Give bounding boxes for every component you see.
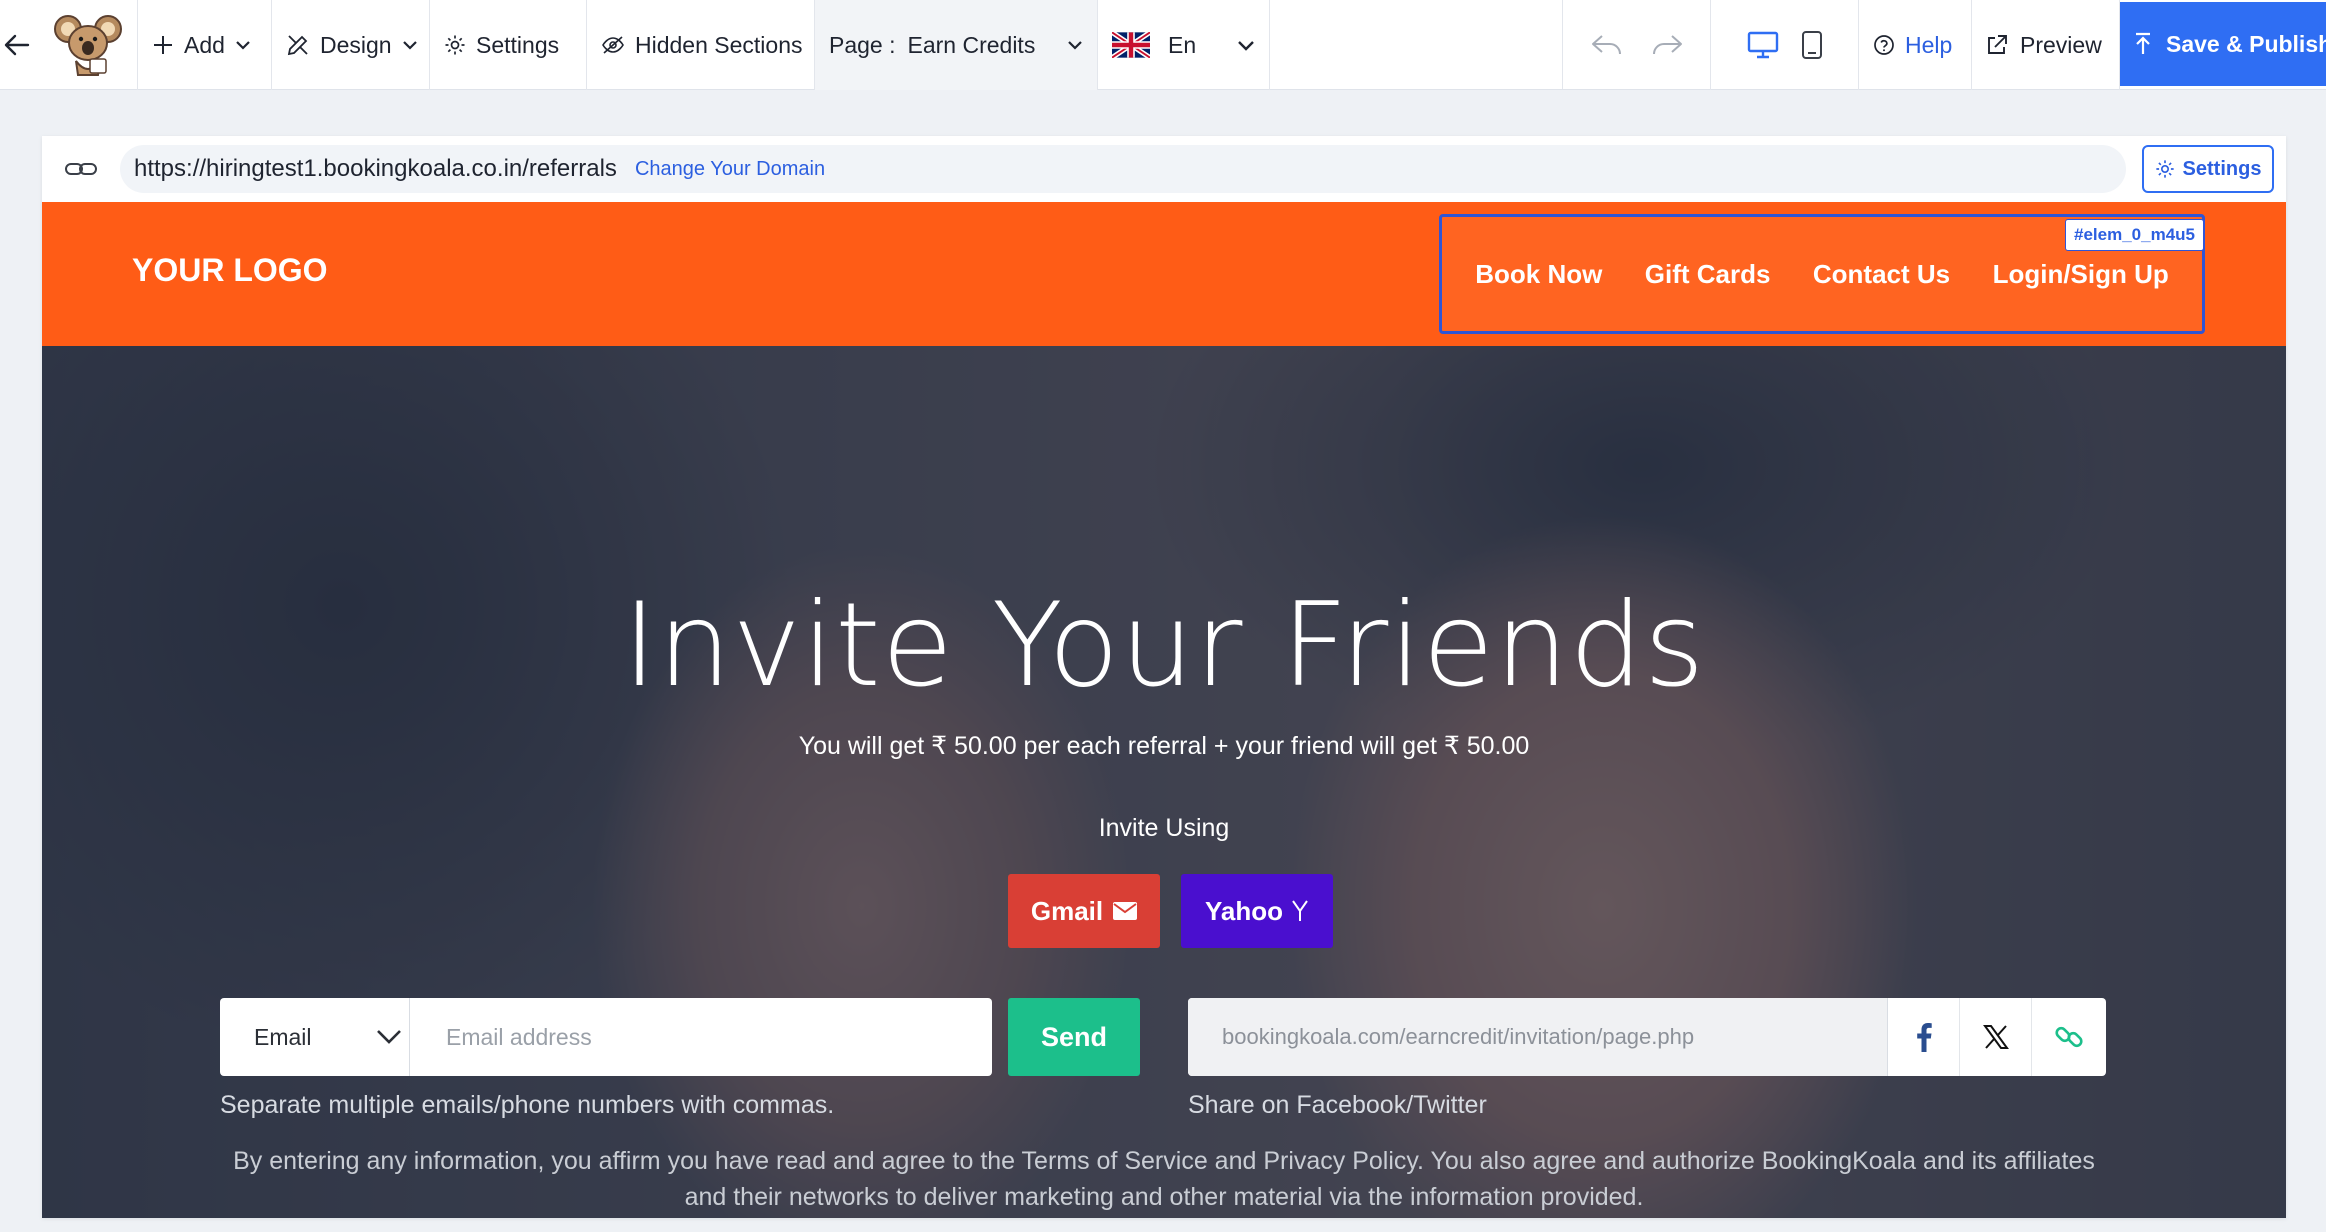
design-label: Design xyxy=(320,31,392,58)
help-circle-icon xyxy=(1874,35,1894,55)
mobile-icon[interactable] xyxy=(1801,30,1823,60)
hidden-sections-label: Hidden Sections xyxy=(635,31,803,58)
upload-icon xyxy=(2136,32,2150,54)
language-selector[interactable]: En xyxy=(1098,0,1270,90)
eye-slash-icon xyxy=(602,36,624,54)
gmail-invite-button[interactable]: Gmail xyxy=(1008,874,1160,948)
yahoo-label: Yahoo xyxy=(1204,895,1283,926)
page-url-field[interactable]: https://hiringtest1.bookingkoala.co.in/r… xyxy=(120,145,2126,193)
email-placeholder: Email address xyxy=(446,1023,592,1050)
desktop-icon[interactable] xyxy=(1747,31,1779,59)
chevron-down-icon xyxy=(376,1030,401,1044)
selected-element-tag: #elem_0_m4u5 xyxy=(2065,219,2204,251)
send-button[interactable]: Send xyxy=(1008,998,1140,1076)
back-arrow-icon xyxy=(4,34,30,56)
page-value: Earn Credits xyxy=(907,31,1036,58)
chevron-down-icon xyxy=(236,41,250,50)
nav-login-signup[interactable]: Login/Sign Up xyxy=(1993,259,2169,290)
share-link-field[interactable]: bookingkoala.com/earncredit/invitation/p… xyxy=(1188,998,1888,1076)
change-domain-link[interactable]: Change Your Domain xyxy=(635,158,825,181)
settings-menu[interactable]: Settings xyxy=(430,0,587,90)
settings-label: Settings xyxy=(476,31,560,58)
hero-subtitle: You will get ₹ 50.00 per each referral +… xyxy=(798,732,1530,760)
facebook-share-button[interactable] xyxy=(1888,998,1960,1076)
koala-logo-icon xyxy=(53,15,122,76)
share-help-text: Share on Facebook/Twitter xyxy=(1188,1091,1487,1119)
design-menu[interactable]: Design xyxy=(272,0,430,90)
contact-type-select[interactable]: Email xyxy=(220,998,410,1076)
legal-disclaimer: By entering any information, you affirm … xyxy=(233,1147,2095,1211)
chevron-down-icon xyxy=(1068,41,1082,50)
hero-content: Invite Your Friends You will get ₹ 50.00… xyxy=(42,346,2286,1218)
device-toggle xyxy=(1711,0,1859,90)
gmail-label: Gmail xyxy=(1030,895,1104,926)
hidden-sections-button[interactable]: Hidden Sections xyxy=(587,0,815,90)
page-url: https://hiringtest1.bookingkoala.co.in/r… xyxy=(134,155,617,182)
page-settings-button[interactable]: Settings xyxy=(2142,145,2274,193)
plus-icon xyxy=(154,36,172,54)
site-logo[interactable]: YOUR LOGO xyxy=(132,252,328,289)
share-link-group: bookingkoala.com/earncredit/invitation/p… xyxy=(1188,998,2106,1076)
email-help-text: Separate multiple emails/phone numbers w… xyxy=(220,1091,835,1119)
invite-using-label: Invite Using xyxy=(1098,814,1230,842)
redo-icon[interactable] xyxy=(1650,32,1684,58)
envelope-icon xyxy=(1113,902,1138,920)
yahoo-y-icon xyxy=(1292,900,1308,921)
chevron-down-icon xyxy=(1238,40,1254,51)
gear-icon xyxy=(445,35,465,55)
facebook-icon xyxy=(1916,1023,1932,1052)
add-menu[interactable]: Add xyxy=(138,0,272,90)
email-invite-form: Email Email address xyxy=(220,998,992,1076)
gear-icon xyxy=(2155,160,2174,178)
page-settings-label: Settings xyxy=(2182,157,2262,180)
chevron-down-icon xyxy=(402,41,417,50)
link-icon xyxy=(65,163,97,175)
email-address-input[interactable]: Email address xyxy=(410,998,992,1076)
back-button[interactable] xyxy=(0,0,38,90)
external-link-icon xyxy=(1988,35,2007,54)
site-nav[interactable]: Book Now Gift Cards Contact Us Login/Sig… xyxy=(1439,214,2205,334)
preview-label: Preview xyxy=(2020,31,2102,58)
referral-hero[interactable]: Invite Your Friends You will get ₹ 50.00… xyxy=(42,346,2286,1218)
yahoo-invite-button[interactable]: Yahoo xyxy=(1181,874,1333,948)
help-label: Help xyxy=(1905,31,1953,58)
page-selector[interactable]: Page : Earn Credits xyxy=(815,0,1098,90)
undo-icon[interactable] xyxy=(1590,32,1624,58)
language-label: En xyxy=(1168,31,1197,58)
history-controls xyxy=(1563,0,1711,90)
page-prefix: Page : xyxy=(829,31,896,58)
preview-button[interactable]: Preview xyxy=(1972,0,2120,90)
help-button[interactable]: Help xyxy=(1859,0,1972,90)
copy-link-button[interactable] xyxy=(2032,998,2106,1076)
nav-contact-us[interactable]: Contact Us xyxy=(1813,259,1950,290)
uk-flag-icon xyxy=(1112,32,1150,58)
editor-toolbar: Add Design Settings Hidden Sections Page… xyxy=(0,0,2326,90)
x-share-button[interactable] xyxy=(1960,998,2032,1076)
publish-label: Save & Publish xyxy=(2166,30,2326,57)
page-preview-frame: https://hiringtest1.bookingkoala.co.in/r… xyxy=(42,136,2286,1218)
nav-gift-cards[interactable]: Gift Cards xyxy=(1645,259,1771,290)
design-tools-icon xyxy=(287,35,308,56)
contact-type-value: Email xyxy=(254,1023,312,1050)
url-bar: https://hiringtest1.bookingkoala.co.in/r… xyxy=(42,136,2286,202)
save-publish-button[interactable]: Save & Publish xyxy=(2120,2,2326,86)
nav-book-now[interactable]: Book Now xyxy=(1475,259,1602,290)
hero-title: Invite Your Friends xyxy=(622,578,1706,713)
koala-logo[interactable] xyxy=(38,0,138,90)
share-link-text: bookingkoala.com/earncredit/invitation/p… xyxy=(1222,1024,1695,1049)
toolbar-spacer xyxy=(1270,0,1563,89)
url-link xyxy=(42,161,120,177)
site-header: YOUR LOGO Book Now Gift Cards Contact Us… xyxy=(42,202,2286,346)
x-twitter-icon xyxy=(1982,1025,2009,1049)
add-label: Add xyxy=(184,31,225,58)
copy-link-icon xyxy=(2055,1026,2083,1048)
